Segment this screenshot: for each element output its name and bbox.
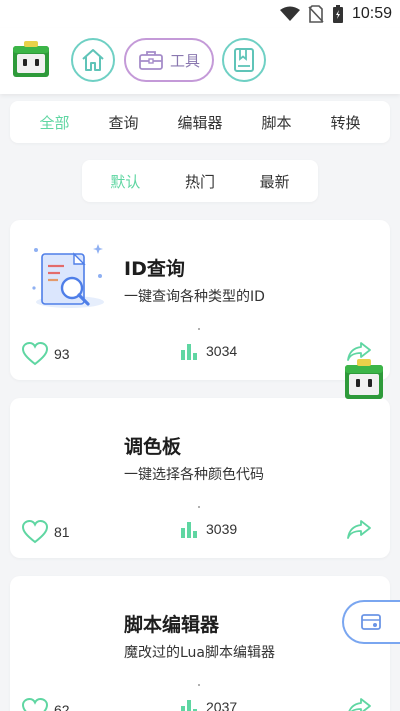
like-button[interactable]: 93 — [22, 342, 70, 366]
home-icon — [82, 49, 104, 71]
share-icon[interactable] — [346, 518, 372, 540]
tools-button[interactable]: 工具 — [124, 38, 214, 82]
tool-description: 一键选择各种颜色代码 — [124, 467, 264, 483]
view-stats: 2037 — [180, 698, 237, 711]
heart-icon — [22, 520, 48, 544]
bar-chart-icon — [181, 344, 197, 360]
tools-label: 工具 — [169, 51, 200, 70]
like-count: 93 — [54, 346, 70, 362]
sort-popular[interactable]: 热门 — [185, 171, 215, 192]
sort-tabs: 默认 热门 最新 — [82, 160, 318, 202]
tool-title: ID查询 — [124, 258, 185, 280]
like-button[interactable]: 81 — [22, 520, 70, 544]
heart-icon — [22, 342, 48, 366]
category-tabs: 全部 查询 编辑器 脚本 转换 — [10, 101, 390, 143]
home-button[interactable] — [71, 38, 115, 82]
tab-convert[interactable]: 转换 — [330, 112, 360, 133]
battery-icon — [332, 5, 343, 23]
sort-default[interactable]: 默认 — [110, 171, 140, 192]
tab-all[interactable]: 全部 — [39, 112, 69, 133]
tool-card-color-palette[interactable]: 调色板 一键选择各种颜色代码 81 3039 — [10, 398, 390, 558]
sort-latest[interactable]: 最新 — [260, 171, 290, 192]
like-count: 62 — [54, 702, 70, 711]
like-count: 81 — [54, 524, 70, 540]
mascot-logo-icon[interactable] — [12, 40, 50, 78]
app-bar: 工具 — [0, 28, 400, 94]
tab-query[interactable]: 查询 — [108, 112, 138, 133]
share-icon[interactable] — [346, 696, 372, 711]
tool-card-id-query[interactable]: ID查询 一键查询各种类型的ID 93 3034 — [10, 220, 390, 380]
bar-chart-icon — [181, 522, 197, 538]
tool-title: 脚本编辑器 — [124, 614, 220, 636]
heart-icon — [22, 698, 48, 711]
divider-dot — [198, 684, 200, 686]
tool-card-script-editor[interactable]: 脚本编辑器 魔改过的Lua脚本编辑器 62 2037 — [10, 576, 390, 711]
id-search-document-icon — [32, 244, 104, 308]
status-bar: 10:59 — [0, 0, 400, 28]
like-button[interactable]: 62 — [22, 698, 70, 711]
status-time: 10:59 — [351, 5, 392, 22]
toolbox-icon — [139, 51, 163, 70]
tool-title: 调色板 — [124, 436, 182, 458]
view-stats: 3039 — [180, 520, 237, 538]
divider-dot — [198, 328, 200, 330]
bookmark-book-icon — [234, 48, 254, 72]
no-sim-icon — [308, 5, 324, 23]
view-count: 2037 — [206, 699, 238, 711]
library-button[interactable] — [222, 38, 266, 82]
divider-dot — [198, 506, 200, 508]
tool-description: 一键查询各种类型的ID — [124, 289, 265, 305]
wifi-icon — [279, 6, 300, 21]
status-icons: 10:59 — [279, 4, 392, 24]
view-count: 3039 — [206, 521, 238, 537]
tool-description: 魔改过的Lua脚本编辑器 — [124, 645, 276, 661]
view-stats: 3034 — [180, 342, 237, 360]
view-count: 3034 — [206, 343, 238, 359]
floating-mascot-icon[interactable] — [344, 358, 384, 400]
card-window-icon — [361, 614, 381, 630]
tab-script[interactable]: 脚本 — [261, 112, 291, 133]
bar-chart-icon — [181, 700, 197, 711]
floating-side-button[interactable] — [342, 600, 400, 644]
tab-editor[interactable]: 编辑器 — [177, 112, 222, 133]
